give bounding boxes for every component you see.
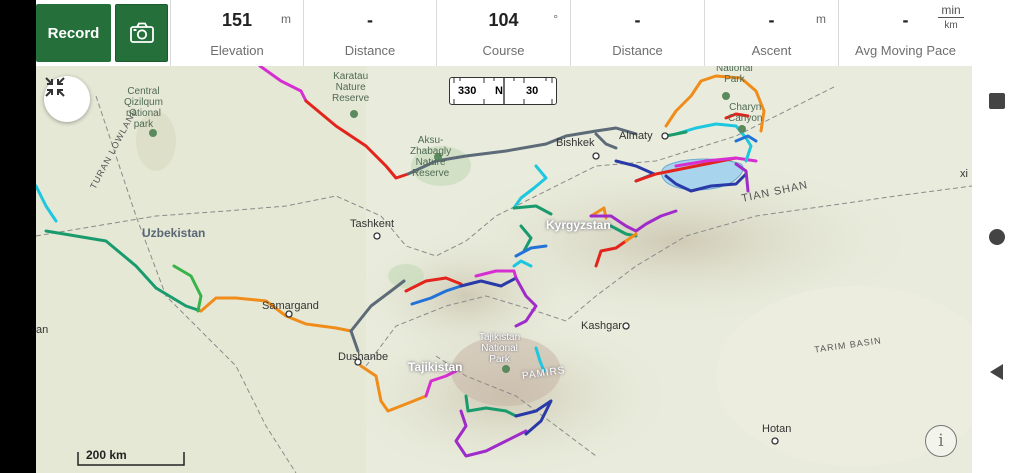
label-samargand: Samargand: [262, 300, 319, 312]
stat-elevation[interactable]: 151 m Elevation: [170, 0, 303, 66]
left-black-bar: [0, 0, 36, 473]
route-green-east: [664, 130, 688, 138]
park-icon: [502, 365, 510, 373]
home-button[interactable]: [988, 228, 1006, 251]
route-gray-bishkek: [594, 132, 618, 150]
ascent-unit: m: [816, 12, 826, 26]
recents-button[interactable]: [988, 92, 1006, 115]
camera-button[interactable]: [115, 4, 168, 62]
pace-unit-numerator: min: [938, 4, 964, 18]
app-window: Record 151 m Elevation - Distance 104 ° …: [36, 0, 972, 473]
ascent-label: Ascent: [751, 43, 792, 58]
distance-2-value: -: [634, 10, 641, 30]
back-triangle-icon: [990, 364, 1003, 380]
label-almaty: Almaty: [619, 130, 653, 142]
pace-label: Avg Moving Pace: [855, 43, 956, 58]
collapse-map-button[interactable]: [44, 76, 90, 122]
compass-heading[interactable]: 330 N 30: [449, 77, 557, 105]
map-view[interactable]: Uzbekistan Kyrgyzstan Tajikistan Tashken…: [36, 66, 972, 473]
label-edge-left: an: [36, 324, 49, 336]
android-nav-bar: [972, 0, 1024, 473]
course-unit: °: [553, 12, 558, 26]
stat-distance-2[interactable]: - Distance: [570, 0, 704, 66]
info-icon: i: [938, 431, 944, 451]
stat-course[interactable]: 104 ° Course: [436, 0, 570, 66]
label-tashkent: Tashkent: [350, 218, 395, 230]
city-dot-almaty: [661, 132, 669, 140]
circle-icon: [989, 229, 1005, 245]
label-uzbekistan: Uzbekistan: [142, 226, 206, 240]
label-hotan: Hotan: [762, 423, 792, 435]
label-kyrgyzstan: Kyrgyzstan: [546, 218, 611, 232]
pace-unit-denominator: km: [944, 20, 958, 31]
compass-left: 330: [458, 85, 477, 97]
label-national-park-top: National Park: [716, 66, 753, 85]
park-icon: [350, 110, 358, 118]
stat-distance[interactable]: - Distance: [303, 0, 436, 66]
lowland-area: [36, 66, 366, 473]
square-icon: [989, 93, 1005, 109]
stats-toolbar: Record 151 m Elevation - Distance 104 ° …: [36, 0, 972, 67]
city-dot-bishkek: [592, 152, 600, 160]
label-karatau: Karatau Nature Reserve: [332, 71, 370, 104]
elevation-unit: m: [281, 12, 291, 26]
label-kashgar: Kashgar: [581, 320, 622, 332]
distance-label: Distance: [344, 43, 396, 58]
label-edge-right: xi: [960, 168, 968, 180]
scale-bar: 200 km: [76, 448, 186, 466]
park-icon: [722, 92, 730, 100]
city-dot-kashgar: [622, 322, 630, 330]
compass-right: 30: [526, 85, 539, 97]
city-dot-hotan: [771, 437, 779, 445]
record-button-label: Record: [47, 24, 100, 42]
label-tajikistan: Tajikistan: [408, 360, 463, 374]
scale-line: [77, 452, 185, 466]
park-icon: [738, 125, 746, 133]
label-dushanbe: Dushanbe: [338, 351, 389, 363]
distance-value: -: [367, 10, 373, 30]
stat-avg-moving-pace[interactable]: - min km Avg Moving Pace: [838, 0, 972, 66]
label-tajikistan-np: Tajikistan National Park: [479, 332, 521, 365]
label-bishkek: Bishkek: [556, 137, 595, 149]
camera-icon: [129, 22, 154, 43]
course-label: Course: [482, 43, 525, 58]
map-info-button[interactable]: i: [925, 425, 957, 457]
course-value: 104: [488, 10, 519, 30]
elevation-label: Elevation: [210, 43, 264, 58]
collapse-icon: [45, 77, 65, 97]
label-aksu: Aksu- Zhabagly Nature Reserve: [410, 135, 452, 179]
park-icon: [149, 129, 157, 137]
stat-ascent[interactable]: - m Ascent: [704, 0, 838, 66]
pace-unit: min km: [938, 4, 964, 32]
back-button[interactable]: [988, 363, 1006, 386]
distance-2-label: Distance: [612, 43, 663, 58]
city-dot-tashkent: [373, 232, 381, 240]
label-central-qizilqum: Central Qizilqum national park: [124, 86, 163, 130]
label-charyn: Charyn Canyon: [728, 102, 763, 124]
record-button[interactable]: Record: [36, 4, 111, 62]
map-canvas: [36, 66, 972, 473]
compass-north: N: [495, 85, 503, 97]
